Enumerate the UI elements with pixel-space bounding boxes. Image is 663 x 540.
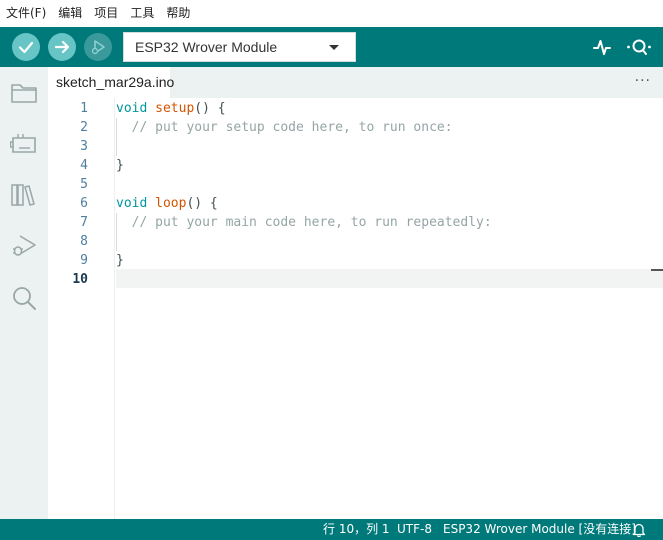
line-number: 3	[80, 139, 88, 154]
line-number: 2	[80, 120, 88, 135]
bell-icon	[632, 523, 646, 538]
serial-monitor-button[interactable]	[625, 36, 653, 58]
sidebar-item-sketchbook[interactable]	[10, 79, 38, 107]
line-number: 6	[80, 196, 88, 211]
toolbar: ESP32 Wrover Module	[0, 27, 663, 67]
tab-sketch[interactable]: sketch_mar29a.ino	[48, 67, 174, 98]
code-comment: // put your setup code here, to run once…	[116, 120, 453, 135]
code-keyword: void	[116, 101, 148, 116]
menu-project[interactable]: 项目	[94, 0, 118, 27]
pulse-icon	[593, 40, 611, 55]
debug-button[interactable]	[84, 33, 112, 61]
sidebar-item-search[interactable]	[10, 284, 38, 312]
check-icon	[18, 41, 34, 54]
upload-button[interactable]	[48, 33, 76, 61]
chevron-down-icon	[329, 45, 339, 50]
sidebar-item-boards[interactable]	[10, 130, 38, 158]
code-punct: () {	[186, 196, 218, 211]
library-icon	[11, 184, 35, 206]
current-line-highlight	[116, 269, 663, 288]
menu-tools[interactable]: 工具	[130, 0, 154, 27]
code-punct: () {	[194, 101, 226, 116]
magnifier-dots-icon	[627, 39, 651, 55]
board-icon	[10, 134, 36, 153]
menu-edit[interactable]: 编辑	[58, 0, 82, 27]
code-comment: // put your main code here, to run repea…	[116, 215, 492, 230]
code-line: }	[116, 158, 124, 173]
tab-sketch-label: sketch_mar29a.ino	[56, 74, 175, 90]
debug-icon	[13, 235, 36, 256]
status-board[interactable]: ESP32 Wrover Module [没有连接]	[443, 519, 636, 540]
line-number: 7	[80, 215, 88, 230]
arrow-right-icon	[54, 40, 70, 54]
verify-button[interactable]	[12, 33, 40, 61]
code-function: loop	[155, 196, 187, 211]
code-line: void setup() {	[116, 99, 226, 118]
line-number: 8	[80, 234, 88, 249]
cursor-position[interactable]: 行 10，列 1	[323, 519, 390, 540]
line-number-active: 10	[72, 272, 88, 287]
board-selector-label: ESP32 Wrover Module	[135, 39, 278, 55]
code-keyword: void	[116, 196, 148, 211]
menu-bar: 文件(F) 编辑 项目 工具 帮助	[0, 0, 663, 27]
file-encoding: UTF-8	[397, 522, 432, 536]
debug-play-icon	[91, 40, 105, 55]
serial-plotter-button[interactable]	[590, 36, 614, 58]
code-editor[interactable]: void setup() { // put your setup code he…	[116, 98, 663, 519]
board-selector[interactable]: ESP32 Wrover Module	[123, 32, 356, 62]
folder-icon	[11, 84, 37, 103]
status-bar: 行 10，列 1 UTF-8 ESP32 Wrover Module [没有连接…	[0, 519, 663, 540]
code-function: setup	[155, 101, 195, 116]
line-number: 5	[80, 177, 88, 192]
line-number: 9	[80, 253, 88, 268]
sidebar	[0, 67, 48, 519]
code-line: void loop() {	[116, 194, 218, 213]
more-options-icon[interactable]: ···	[635, 73, 651, 89]
notifications-button[interactable]	[632, 522, 646, 540]
code-line: }	[116, 253, 124, 268]
search-icon	[13, 287, 36, 310]
line-number: 1	[80, 101, 88, 116]
line-number-gutter: 1 2 3 4 5 6 7 8 9 10	[48, 98, 115, 519]
menu-help[interactable]: 帮助	[166, 0, 190, 27]
sidebar-item-debug[interactable]	[10, 232, 38, 260]
scrollbar-marker[interactable]	[651, 269, 663, 271]
sidebar-item-library[interactable]	[10, 181, 38, 209]
editor-tab-bar: sketch_mar29a.ino ···	[48, 67, 663, 98]
menu-file[interactable]: 文件(F)	[6, 0, 46, 27]
line-number: 4	[80, 158, 88, 173]
